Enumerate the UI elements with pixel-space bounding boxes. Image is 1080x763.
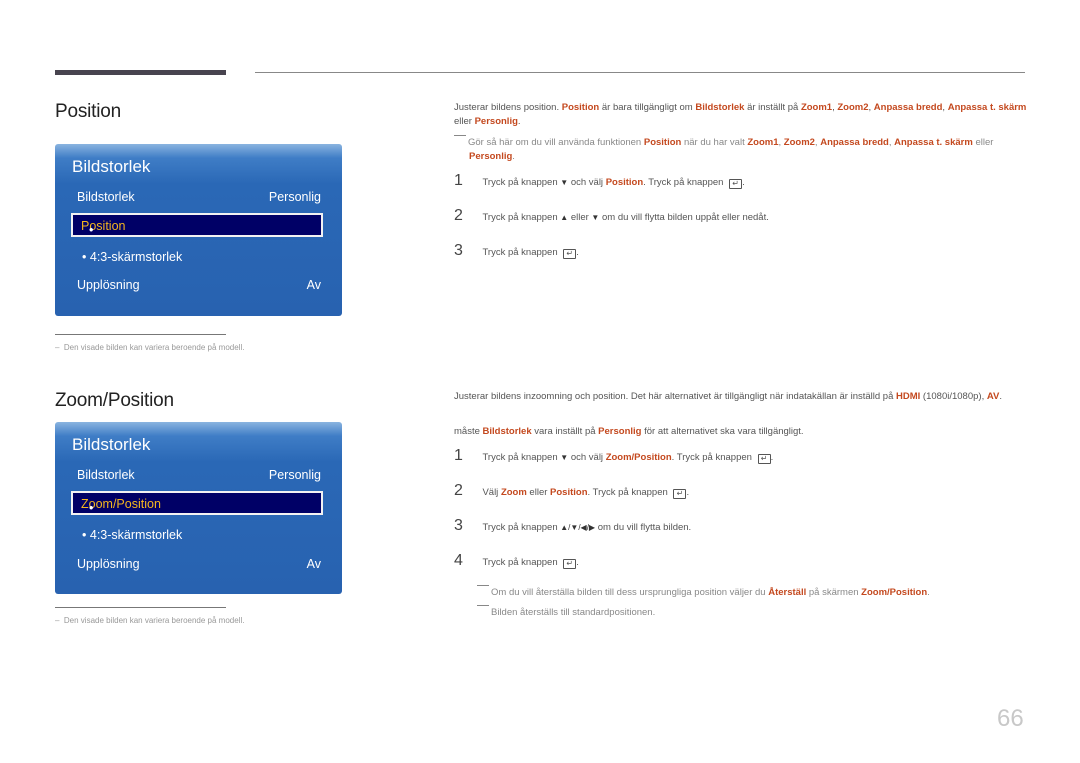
menu-title: Bildstorlek bbox=[72, 435, 151, 454]
menu-row-upplosning[interactable]: Upplösning Av bbox=[77, 278, 321, 292]
menu-row-label: Upplösning bbox=[77, 278, 140, 292]
bullet-icon: • bbox=[82, 250, 87, 264]
section-title-position: Position bbox=[55, 101, 121, 122]
down-arrow-icon: ▼ bbox=[560, 178, 569, 187]
menu-item-label: 4:3-skärmstorlek bbox=[89, 250, 183, 264]
down-arrow-icon: ▼ bbox=[560, 453, 569, 462]
zoom-position-note-1: Om du vill återställa bilden till dess u… bbox=[477, 585, 1037, 600]
menu-item-label: 4:3-skärmstorlek bbox=[89, 528, 183, 542]
note-dash-icon bbox=[454, 135, 466, 136]
osd-menu-position: Bildstorlek Bildstorlek Personlig • Posi… bbox=[55, 144, 342, 316]
menu-row-bildstorlek[interactable]: Bildstorlek Personlig bbox=[77, 468, 321, 482]
footnote: – Den visade bilden kan variera beroende… bbox=[55, 616, 245, 625]
enter-icon: ↵ bbox=[563, 249, 577, 259]
menu-row-upplosning[interactable]: Upplösning Av bbox=[77, 557, 321, 571]
bullet-icon: • bbox=[82, 528, 87, 542]
note-dash-icon bbox=[477, 605, 489, 606]
menu-row-label: Bildstorlek bbox=[77, 468, 135, 482]
zoom-position-step-1: 1 Tryck på knappen ▼ och välj Zoom/Posit… bbox=[454, 447, 774, 464]
enter-icon: ↵ bbox=[757, 454, 771, 464]
note-dash-icon bbox=[477, 585, 489, 586]
bullet-icon: • bbox=[89, 223, 94, 237]
menu-row-value: Personlig bbox=[268, 468, 321, 482]
osd-menu-zoom-position: Bildstorlek Bildstorlek Personlig • Zoom… bbox=[55, 422, 342, 594]
zoom-position-step-4: 4 Tryck på knappen ↵. bbox=[454, 552, 579, 569]
dash-icon: – bbox=[55, 616, 60, 625]
menu-item-selected-zoom-position[interactable]: • Zoom/Position bbox=[71, 491, 323, 515]
menu-row-label: Upplösning bbox=[77, 557, 140, 571]
zoom-position-step-3: 3 Tryck på knappen ▲/▼/◀/▶ om du vill fl… bbox=[454, 517, 692, 534]
footnote: – Den visade bilden kan variera beroende… bbox=[55, 343, 245, 352]
position-step-3: 3 Tryck på knappen ↵. bbox=[454, 242, 579, 259]
menu-item-43-screen-size[interactable]: • 4:3-skärmstorlek bbox=[82, 250, 182, 264]
zoom-position-note-2: Bilden återställs till standardpositione… bbox=[477, 605, 1037, 620]
footnote-rule bbox=[55, 607, 226, 608]
menu-item-label: Position bbox=[81, 219, 126, 233]
menu-row-bildstorlek[interactable]: Bildstorlek Personlig bbox=[77, 190, 321, 204]
zoom-position-intro-2: måste Bildstorlek vara inställt på Perso… bbox=[454, 426, 804, 437]
enter-icon: ↵ bbox=[729, 179, 743, 189]
menu-row-value: Av bbox=[306, 557, 321, 571]
dash-icon: – bbox=[55, 343, 60, 352]
enter-icon: ↵ bbox=[673, 489, 687, 499]
position-note: Gör så här om du vill använda funktionen… bbox=[454, 135, 1029, 164]
menu-item-43-screen-size[interactable]: • 4:3-skärmstorlek bbox=[82, 528, 182, 542]
header-rule-thin bbox=[255, 72, 1025, 73]
page-number: 66 bbox=[997, 705, 1024, 732]
menu-row-label: Bildstorlek bbox=[77, 190, 135, 204]
menu-title: Bildstorlek bbox=[72, 157, 151, 176]
enter-icon: ↵ bbox=[563, 559, 577, 569]
menu-item-selected-position[interactable]: • Position bbox=[71, 213, 323, 237]
menu-row-value: Personlig bbox=[268, 190, 321, 204]
direction-arrows-icon: ▲/▼/◀/▶ bbox=[560, 523, 596, 532]
position-intro: Justerar bildens position. Position är b… bbox=[454, 102, 1027, 127]
zoom-position-intro: Justerar bildens inzoomning och position… bbox=[454, 391, 1002, 402]
position-step-1: 1 Tryck på knappen ▼ och välj Position. … bbox=[454, 172, 745, 189]
zoom-position-step-2: 2 Välj Zoom eller Position. Tryck på kna… bbox=[454, 482, 690, 499]
menu-row-value: Av bbox=[306, 278, 321, 292]
up-arrow-icon: ▲ bbox=[560, 213, 569, 222]
section-title-zoom-position: Zoom/Position bbox=[55, 390, 174, 411]
position-step-2: 2 Tryck på knappen ▲ eller ▼ om du vill … bbox=[454, 207, 769, 224]
footnote-rule bbox=[55, 334, 226, 335]
header-rule-thick bbox=[55, 70, 226, 75]
bullet-icon: • bbox=[89, 501, 94, 515]
